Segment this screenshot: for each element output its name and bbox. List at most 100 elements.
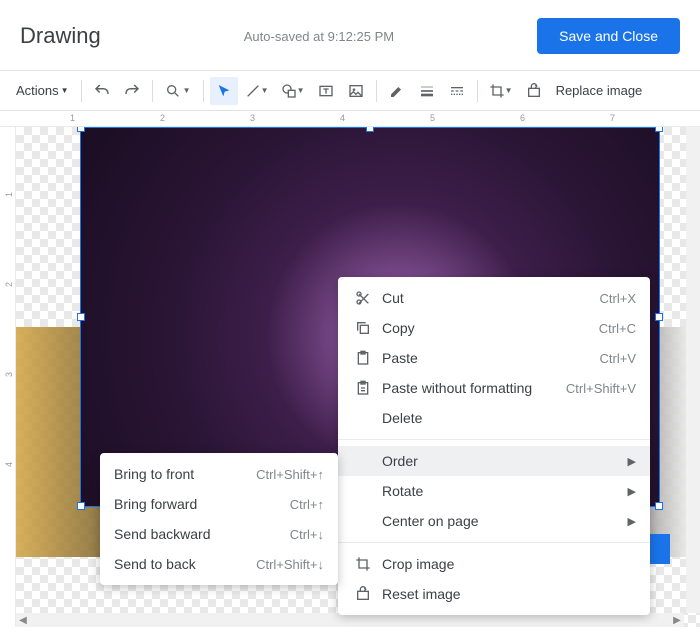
submenu-arrow-icon: ▶	[628, 455, 636, 468]
ruler-vertical: 1 2 3 4	[0, 127, 16, 627]
menu-item-center-on-page[interactable]: Center on page ▶	[338, 506, 650, 536]
menu-label: Bring forward	[114, 496, 290, 512]
menu-shortcut: Ctrl+Shift+↑	[256, 467, 324, 482]
save-and-close-button[interactable]: Save and Close	[537, 18, 680, 54]
redo-button[interactable]	[118, 77, 146, 105]
toolbar-separator	[477, 80, 478, 102]
shape-tool-button[interactable]: ▼	[276, 77, 310, 105]
menu-item-bring-to-front[interactable]: Bring to front Ctrl+Shift+↑	[100, 459, 338, 489]
caret-down-icon: ▼	[61, 86, 69, 95]
menu-divider	[338, 542, 650, 543]
toolbar-separator	[203, 80, 204, 102]
menu-item-send-to-back[interactable]: Send to back Ctrl+Shift+↓	[100, 549, 338, 579]
undo-button[interactable]	[88, 77, 116, 105]
resize-handle-bottom-left[interactable]	[77, 502, 85, 510]
caret-down-icon: ▼	[505, 86, 513, 95]
ruler-tick: 2	[4, 282, 14, 287]
menu-item-paste[interactable]: Paste Ctrl+V	[338, 343, 650, 373]
border-weight-button[interactable]	[413, 77, 441, 105]
ruler-tick: 3	[250, 113, 255, 123]
paste-icon	[352, 350, 374, 366]
textbox-tool-button[interactable]	[312, 77, 340, 105]
menu-label: Copy	[374, 320, 599, 336]
image-tool-button[interactable]	[342, 77, 370, 105]
menu-label: Delete	[374, 410, 636, 426]
context-menu: Cut Ctrl+X Copy Ctrl+C Paste Ctrl+V Past…	[338, 277, 650, 615]
resize-handle-middle-left[interactable]	[77, 313, 85, 321]
menu-item-reset-image[interactable]: Reset image	[338, 579, 650, 609]
actions-dropdown[interactable]: Actions ▼	[10, 79, 75, 102]
ruler-horizontal: 1 2 3 4 5 6 7	[0, 111, 700, 127]
zoom-button[interactable]: ▼	[159, 77, 197, 105]
menu-item-delete[interactable]: Delete	[338, 403, 650, 433]
menu-label: Crop image	[374, 556, 636, 572]
caret-down-icon: ▼	[183, 86, 191, 95]
submenu-arrow-icon: ▶	[628, 485, 636, 498]
menu-item-bring-forward[interactable]: Bring forward Ctrl+↑	[100, 489, 338, 519]
redo-icon	[123, 82, 141, 100]
menu-item-copy[interactable]: Copy Ctrl+C	[338, 313, 650, 343]
ruler-tick: 5	[430, 113, 435, 123]
menu-item-crop-image[interactable]: Crop image	[338, 549, 650, 579]
vertical-scrollbar[interactable]	[686, 127, 700, 613]
menu-shortcut: Ctrl+↓	[290, 527, 324, 542]
shape-icon	[281, 83, 297, 99]
resize-handle-middle-right[interactable]	[655, 313, 663, 321]
menu-label: Order	[374, 453, 628, 469]
border-color-button[interactable]	[383, 77, 411, 105]
textbox-icon	[318, 83, 334, 99]
menu-item-cut[interactable]: Cut Ctrl+X	[338, 283, 650, 313]
menu-divider	[338, 439, 650, 440]
menu-item-paste-without-formatting[interactable]: Paste without formatting Ctrl+Shift+V	[338, 373, 650, 403]
ruler-tick: 4	[4, 462, 14, 467]
replace-image-button[interactable]: Replace image	[550, 83, 649, 98]
menu-label: Send to back	[114, 556, 256, 572]
scroll-right-arrow-icon[interactable]: ▶	[670, 613, 684, 627]
resize-handle-bottom-right[interactable]	[655, 502, 663, 510]
ruler-tick: 6	[520, 113, 525, 123]
cut-icon	[352, 290, 374, 306]
menu-shortcut: Ctrl+Shift+↓	[256, 557, 324, 572]
horizontal-scrollbar[interactable]: ◀ ▶	[16, 613, 684, 627]
resize-handle-top-right[interactable]	[655, 127, 663, 132]
menu-item-send-backward[interactable]: Send backward Ctrl+↓	[100, 519, 338, 549]
image-icon	[348, 83, 364, 99]
border-dash-button[interactable]	[443, 77, 471, 105]
toolbar: Actions ▼ ▼ ▼ ▼ ▼	[0, 71, 700, 111]
ruler-tick: 1	[4, 192, 14, 197]
menu-label: Send backward	[114, 526, 290, 542]
paste-plain-icon	[352, 380, 374, 396]
menu-label: Paste	[374, 350, 600, 366]
pencil-icon	[389, 83, 405, 99]
toolbar-separator	[81, 80, 82, 102]
menu-item-rotate[interactable]: Rotate ▶	[338, 476, 650, 506]
crop-icon	[489, 83, 505, 99]
cursor-icon	[216, 83, 232, 99]
select-tool-button[interactable]	[210, 77, 238, 105]
toolbar-separator	[376, 80, 377, 102]
menu-label: Paste without formatting	[374, 380, 566, 396]
scroll-left-arrow-icon[interactable]: ◀	[16, 613, 30, 627]
line-weight-icon	[419, 83, 435, 99]
menu-item-order[interactable]: Order ▶	[338, 446, 650, 476]
line-tool-button[interactable]: ▼	[240, 77, 274, 105]
menu-shortcut: Ctrl+C	[599, 321, 636, 336]
menu-label: Center on page	[374, 513, 628, 529]
resize-handle-top-center[interactable]	[366, 127, 374, 132]
autosave-status: Auto-saved at 9:12:25 PM	[244, 29, 394, 44]
menu-label: Rotate	[374, 483, 628, 499]
menu-shortcut: Ctrl+↑	[290, 497, 324, 512]
submenu-arrow-icon: ▶	[628, 515, 636, 528]
reset-image-button[interactable]	[520, 77, 548, 105]
crop-button[interactable]: ▼	[484, 77, 518, 105]
dialog-title: Drawing	[20, 23, 101, 49]
actions-label: Actions	[16, 83, 59, 98]
ruler-tick: 1	[70, 113, 75, 123]
canvas-area[interactable]: 1 2 3 4 The WindowsClub Cut Ctrl+X Copy	[0, 127, 700, 627]
reset-image-icon	[526, 83, 542, 99]
menu-shortcut: Ctrl+X	[600, 291, 636, 306]
resize-handle-top-left[interactable]	[77, 127, 85, 132]
reset-image-icon	[352, 586, 374, 602]
menu-label: Bring to front	[114, 466, 256, 482]
caret-down-icon: ▼	[261, 86, 269, 95]
